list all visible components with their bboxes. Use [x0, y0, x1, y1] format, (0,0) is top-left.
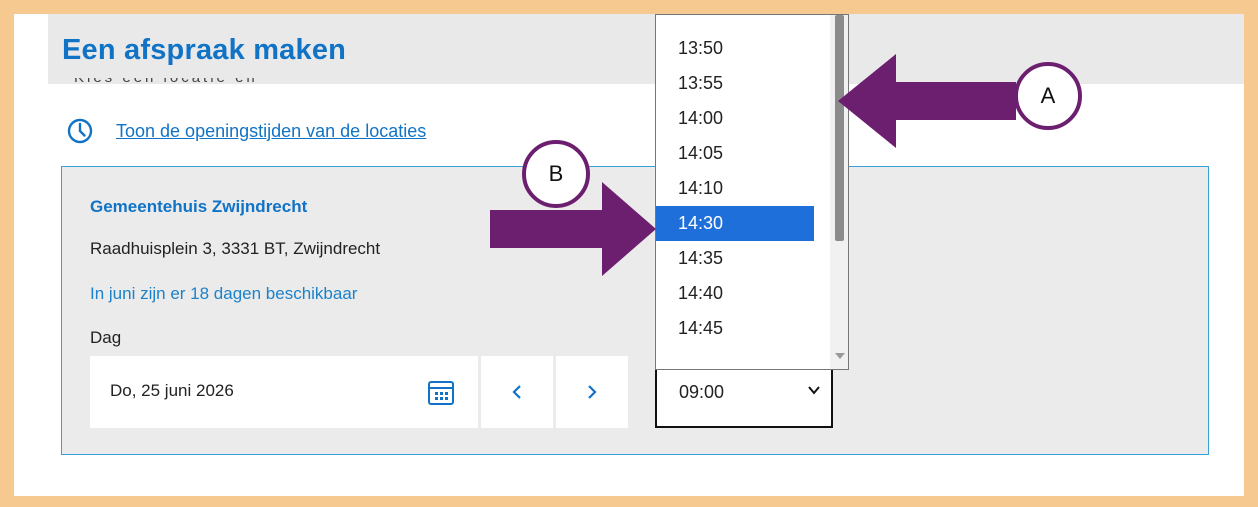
time-options: 13:50 13:55 14:00 14:05 14:10 14:30 14:35 14:40… — [656, 31, 814, 346]
day-label: Dag — [90, 328, 122, 347]
annotation-a: A — [1014, 62, 1082, 130]
location-name: Gemeentehuis Zwijndrecht — [90, 197, 308, 216]
arrow-a-icon — [838, 54, 1016, 148]
time-option[interactable]: 13:55 — [656, 66, 814, 101]
next-day-button[interactable] — [556, 356, 628, 428]
date-field[interactable]: Do, 25 juni 2026 — [90, 356, 478, 428]
chevron-down-icon — [808, 386, 820, 395]
time-dropdown-list[interactable]: 13:50 13:55 14:00 14:05 14:10 14:30 14:35 14:40… — [655, 14, 849, 370]
time-select-value: 09:00 — [679, 382, 725, 402]
time-option[interactable]: 14:35 — [656, 241, 814, 276]
chevron-right-icon — [588, 385, 597, 399]
clock-icon — [66, 117, 94, 145]
chevron-left-icon — [512, 385, 521, 399]
page-title: Een afspraak maken — [62, 34, 347, 66]
time-option[interactable]: 14:45 — [656, 311, 814, 346]
time-option[interactable]: 14:30 — [656, 206, 814, 241]
time-option[interactable]: 13:50 — [656, 31, 814, 66]
scroll-down-arrow-icon[interactable] — [835, 353, 845, 359]
calendar-icon[interactable] — [426, 377, 456, 407]
annotation-b: B — [522, 140, 590, 208]
time-option[interactable]: 14:05 — [656, 136, 814, 171]
availability-text: In juni zijn er 18 dagen beschikbaar — [90, 284, 358, 303]
annotation-a-label: A — [1040, 83, 1056, 108]
annotation-b-label: B — [548, 161, 564, 186]
time-option[interactable]: 14:10 — [656, 171, 814, 206]
location-address: Raadhuisplein 3, 3331 BT, Zwijndrecht — [90, 239, 381, 258]
time-option[interactable]: 14:40 — [656, 276, 814, 311]
opening-hours-row[interactable]: Toon de openingstijden van de locaties — [66, 117, 426, 145]
opening-hours-link[interactable]: Toon de openingstijden van de locaties — [116, 121, 426, 142]
date-value: Do, 25 juni 2026 — [110, 381, 234, 400]
clipped-intro-text: Kies een locatie en datum — [74, 78, 314, 86]
previous-day-button[interactable] — [481, 356, 553, 428]
time-option[interactable]: 14:00 — [656, 101, 814, 136]
